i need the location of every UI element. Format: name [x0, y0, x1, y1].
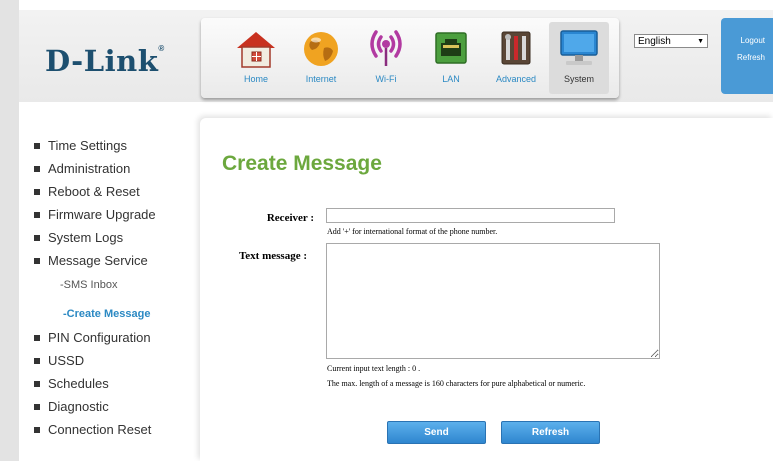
wifi-icon — [370, 30, 402, 66]
nav-system[interactable]: System — [549, 22, 609, 94]
sidebar-subitem-create-message[interactable]: -Create Message — [32, 303, 192, 326]
bullet-icon — [34, 358, 40, 364]
receiver-input[interactable] — [326, 208, 615, 223]
language-select[interactable]: English ▼ — [634, 34, 708, 48]
max-length-note: The max. length of a message is 160 char… — [327, 379, 586, 388]
nav-advanced-label: Advanced — [495, 74, 537, 84]
main-nav: Home Internet Wi-Fi LAN Advanced System — [201, 18, 619, 98]
sidebar-item-diagnostic[interactable]: Diagnostic — [32, 395, 192, 418]
dropdown-arrow-icon: ▼ — [697, 38, 704, 45]
text-length-indicator: Current input text length : 0 . — [327, 364, 421, 373]
nav-advanced[interactable]: Advanced — [486, 22, 546, 94]
bullet-icon — [34, 381, 40, 387]
left-border — [0, 0, 19, 461]
tools-icon — [501, 31, 531, 65]
send-button[interactable]: Send — [387, 421, 486, 444]
bullet-icon — [34, 258, 40, 264]
sidebar-item-time-settings[interactable]: Time Settings — [32, 134, 192, 157]
nav-lan[interactable]: LAN — [421, 22, 481, 94]
bullet-icon — [34, 404, 40, 410]
receiver-label: Receiver : — [266, 212, 314, 224]
sidebar-item-firmware-upgrade[interactable]: Firmware Upgrade — [32, 203, 192, 226]
language-value: English — [638, 36, 671, 47]
globe-icon — [304, 32, 338, 66]
bullet-icon — [34, 427, 40, 433]
sidebar-item-pin-configuration[interactable]: PIN Configuration — [32, 326, 192, 349]
sidebar-menu: Time Settings Administration Reboot & Re… — [32, 134, 192, 441]
text-message-input[interactable] — [326, 243, 660, 359]
nav-wifi-label: Wi-Fi — [375, 74, 397, 84]
sidebar-item-reboot-reset[interactable]: Reboot & Reset — [32, 180, 192, 203]
refresh-link[interactable]: Refresh — [737, 53, 765, 62]
dlink-logo: D-Link® — [45, 44, 165, 78]
text-message-label: Text message : — [238, 250, 307, 262]
sidebar-item-administration[interactable]: Administration — [32, 157, 192, 180]
refresh-button[interactable]: Refresh — [501, 421, 600, 444]
sidebar-item-schedules[interactable]: Schedules — [32, 372, 192, 395]
bullet-icon — [34, 335, 40, 341]
monitor-icon — [560, 30, 598, 65]
lan-port-icon — [435, 32, 467, 64]
nav-wifi[interactable]: Wi-Fi — [356, 22, 416, 94]
bullet-icon — [34, 166, 40, 172]
nav-system-label: System — [563, 74, 594, 84]
sidebar-item-system-logs[interactable]: System Logs — [32, 226, 192, 249]
bullet-icon — [34, 235, 40, 241]
bullet-icon — [34, 189, 40, 195]
page-title: Create Message — [222, 152, 382, 175]
nav-internet-label: Internet — [305, 74, 337, 84]
sidebar-item-message-service[interactable]: Message Service — [32, 249, 192, 272]
receiver-hint: Add '+' for international format of the … — [327, 227, 498, 236]
sidebar-item-connection-reset[interactable]: Connection Reset — [32, 418, 192, 441]
nav-home-label: Home — [243, 74, 268, 84]
nav-home[interactable]: Home — [226, 22, 286, 94]
nav-lan-label: LAN — [442, 74, 460, 84]
logout-link[interactable]: Logout — [741, 36, 765, 45]
auth-panel: Logout Refresh — [721, 18, 773, 94]
house-icon — [237, 32, 275, 68]
bullet-icon — [34, 212, 40, 218]
nav-internet[interactable]: Internet — [291, 22, 351, 94]
sidebar-item-ussd[interactable]: USSD — [32, 349, 192, 372]
sidebar-subitem-sms-inbox[interactable]: -SMS Inbox — [32, 274, 192, 297]
bullet-icon — [34, 143, 40, 149]
